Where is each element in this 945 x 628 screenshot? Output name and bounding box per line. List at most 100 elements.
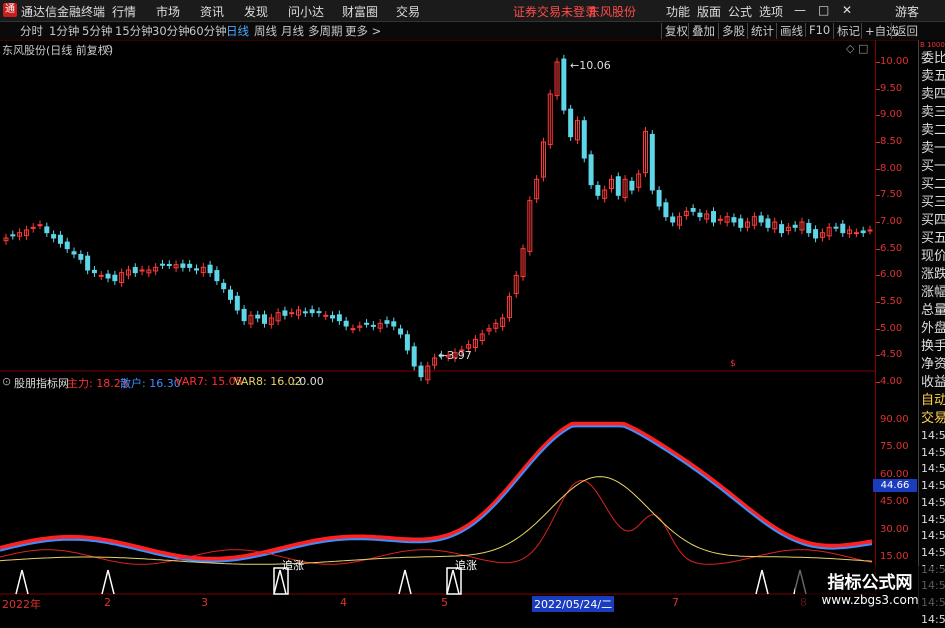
watermark-url: www.zbgs3.com xyxy=(821,593,919,607)
quote-panel-item[interactable]: 14:56 xyxy=(920,478,945,495)
quote-panel-item: 净资 xyxy=(921,357,945,372)
watermark: 指标公式网 www.zbgs3.com xyxy=(795,566,945,609)
candle-body xyxy=(180,263,186,268)
quote-panel-item: 外盘 xyxy=(921,321,945,336)
candle-body xyxy=(343,320,349,327)
event-marker-icon[interactable]: $ xyxy=(730,359,736,369)
quote-panel-item: 买三 xyxy=(921,195,945,210)
candle-body xyxy=(10,234,16,237)
candle-body xyxy=(813,229,819,239)
price-tick-label: 7.00 xyxy=(880,216,903,227)
price-tick-label: 5.00 xyxy=(880,322,903,334)
candle-body xyxy=(44,226,50,234)
quote-panel-item[interactable]: 14:56 xyxy=(920,528,945,545)
price-tick-label: 9.50 xyxy=(880,82,903,94)
quote-panel-item[interactable]: 14:56 xyxy=(920,461,945,478)
candle-body xyxy=(806,222,812,234)
candle-body xyxy=(398,328,404,335)
candle-body xyxy=(364,322,370,325)
candle-body xyxy=(51,234,57,239)
quote-panel-item[interactable]: 自动 xyxy=(920,392,945,410)
candle-body xyxy=(717,218,723,221)
candle-body xyxy=(779,224,785,234)
right-axis-line xyxy=(875,40,876,595)
price-tick xyxy=(876,142,880,143)
candle-body xyxy=(91,269,97,274)
candle-body xyxy=(323,314,329,317)
candle-body xyxy=(853,232,859,235)
candle-body xyxy=(78,253,84,260)
quote-panel-item: 收益 xyxy=(921,375,945,390)
quote-panel-item[interactable]: 14:56 xyxy=(920,612,945,628)
signal-triangle xyxy=(101,569,115,595)
candle-body xyxy=(663,202,669,218)
candle-body xyxy=(221,282,227,290)
candle-body xyxy=(262,314,268,324)
watermark-title: 指标公式网 xyxy=(827,573,913,593)
quote-panel-item[interactable]: 14:56 xyxy=(920,495,945,512)
candle-body xyxy=(731,217,737,223)
candle-body xyxy=(57,234,63,244)
quote-panel-item: 现价 xyxy=(921,249,945,264)
candle-body xyxy=(241,308,247,322)
chart-canvas[interactable] xyxy=(0,0,875,609)
indicator-tick-label: 30.00 xyxy=(880,523,909,535)
price-tick-label: 6.00 xyxy=(880,269,903,281)
quote-panel-item[interactable]: 14:56 xyxy=(920,512,945,529)
candle-body xyxy=(588,154,594,186)
price-tick-label: 8.00 xyxy=(880,162,903,174)
candle-body xyxy=(289,312,295,315)
candle-body xyxy=(214,270,220,282)
candle-body xyxy=(581,120,587,159)
high-price-annotation: ←10.06 xyxy=(570,59,611,72)
quote-panel-item[interactable]: 交易 xyxy=(920,410,945,428)
quote-panel-item: 涨幅 xyxy=(921,285,945,300)
indicator-tick-label: 90.00 xyxy=(880,414,909,425)
quote-panel-item[interactable]: 14:56 xyxy=(920,428,945,445)
guest-label[interactable]: 游客 xyxy=(895,3,919,20)
panel-top-label: B 1000 xyxy=(920,41,945,49)
back-button[interactable]: 返回 xyxy=(891,23,918,39)
candle-body xyxy=(561,58,567,111)
candle-body xyxy=(302,311,308,314)
signal-triangle xyxy=(273,569,287,595)
quote-panel-item: 卖五 xyxy=(921,69,945,84)
candle-body xyxy=(649,133,655,191)
candle-body xyxy=(207,264,213,274)
candle-body xyxy=(615,176,621,196)
price-tick-label: 10.00 xyxy=(880,56,909,67)
candle-body xyxy=(105,273,111,279)
candle-body xyxy=(255,314,261,319)
date-tick-label: 2 xyxy=(104,596,111,609)
candle-body xyxy=(411,346,417,367)
candle-body xyxy=(139,269,145,272)
low-price-annotation: ←3.97 xyxy=(438,349,472,362)
candle-body xyxy=(71,251,77,255)
price-tick-label: 6.50 xyxy=(880,242,903,254)
candle-body xyxy=(867,229,873,232)
date-tick-label: 5 xyxy=(441,596,448,609)
signal-label: 追涨 xyxy=(282,559,304,572)
quote-panel-item: 委比 xyxy=(921,51,945,66)
signal-triangle xyxy=(755,569,769,595)
quote-panel-item[interactable]: 14:56 xyxy=(920,545,945,562)
candle-body xyxy=(112,274,118,282)
quote-panel-item: 涨跌 xyxy=(921,267,945,282)
candle-body xyxy=(234,295,240,311)
candle-body xyxy=(159,263,165,266)
candle-body xyxy=(282,310,288,316)
quote-panel-item: 换手 xyxy=(921,339,945,354)
candle-body xyxy=(336,314,342,322)
candle-body xyxy=(568,108,574,138)
quote-panel-item: 卖三 xyxy=(921,105,945,120)
candle-body xyxy=(350,328,356,331)
candle-body xyxy=(711,211,717,223)
candle-body xyxy=(37,224,43,227)
price-tick-label: 4.50 xyxy=(880,349,903,361)
quote-panel-item[interactable]: 14:56 xyxy=(920,445,945,462)
indicator-value-box: 44.66 xyxy=(873,479,917,492)
candle-body xyxy=(330,315,336,319)
price-tick xyxy=(876,62,880,63)
price-tick xyxy=(876,115,880,117)
candle-body xyxy=(656,190,662,207)
